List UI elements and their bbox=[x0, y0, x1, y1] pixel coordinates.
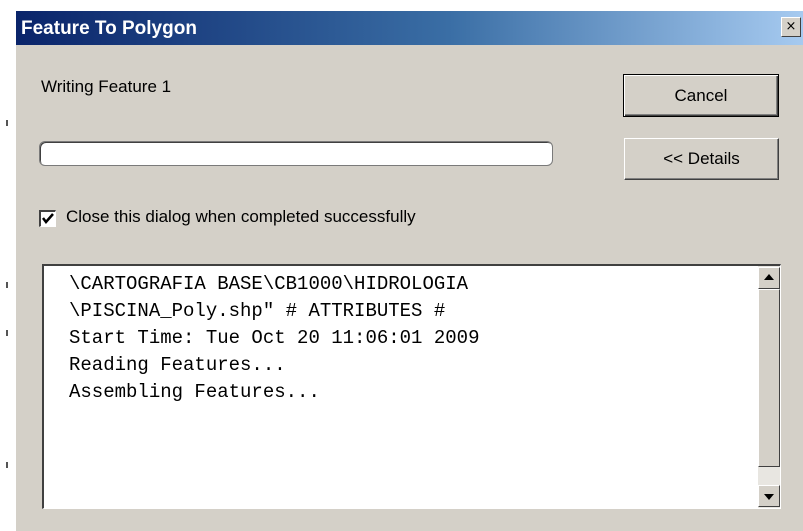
log-line: \PISCINA_Poly.shp" # ATTRIBUTES # bbox=[69, 300, 446, 322]
scroll-down-button[interactable] bbox=[758, 485, 780, 507]
edge-mark bbox=[6, 282, 8, 288]
log-line: Reading Features... bbox=[69, 354, 286, 376]
arrow-down-icon bbox=[764, 494, 774, 500]
title-bar[interactable]: Feature To Polygon × bbox=[16, 11, 803, 45]
cancel-button[interactable]: Cancel bbox=[623, 74, 779, 117]
progress-bar bbox=[39, 141, 553, 166]
close-when-done-checkbox[interactable] bbox=[39, 210, 56, 227]
messages-content: \CARTOGRAFIA BASE\CB1000\HIDROLOGIA \PIS… bbox=[69, 271, 729, 406]
status-text: Writing Feature 1 bbox=[41, 77, 172, 96]
close-when-done-label[interactable]: Close this dialog when completed success… bbox=[66, 207, 416, 227]
scroll-thumb[interactable] bbox=[758, 289, 780, 467]
edge-mark bbox=[6, 462, 8, 468]
edge-mark bbox=[6, 120, 8, 126]
close-button[interactable]: × bbox=[781, 17, 801, 37]
checkmark-icon bbox=[42, 213, 54, 224]
window-title: Feature To Polygon bbox=[21, 18, 197, 39]
log-line: \CARTOGRAFIA BASE\CB1000\HIDROLOGIA bbox=[69, 273, 469, 295]
feature-to-polygon-dialog: Feature To Polygon × Writing Feature 1 C… bbox=[15, 10, 803, 531]
log-line: Start Time: Tue Oct 20 11:06:01 2009 bbox=[69, 327, 480, 349]
close-icon: × bbox=[785, 19, 797, 34]
arrow-up-icon bbox=[764, 274, 774, 280]
details-button[interactable]: << Details bbox=[624, 138, 779, 180]
vertical-scrollbar[interactable] bbox=[758, 266, 780, 508]
scroll-up-button[interactable] bbox=[758, 267, 780, 289]
background-edge bbox=[0, 0, 15, 531]
log-line: Assembling Features... bbox=[69, 381, 320, 403]
edge-mark bbox=[6, 330, 8, 336]
messages-textbox[interactable]: \CARTOGRAFIA BASE\CB1000\HIDROLOGIA \PIS… bbox=[42, 264, 781, 509]
